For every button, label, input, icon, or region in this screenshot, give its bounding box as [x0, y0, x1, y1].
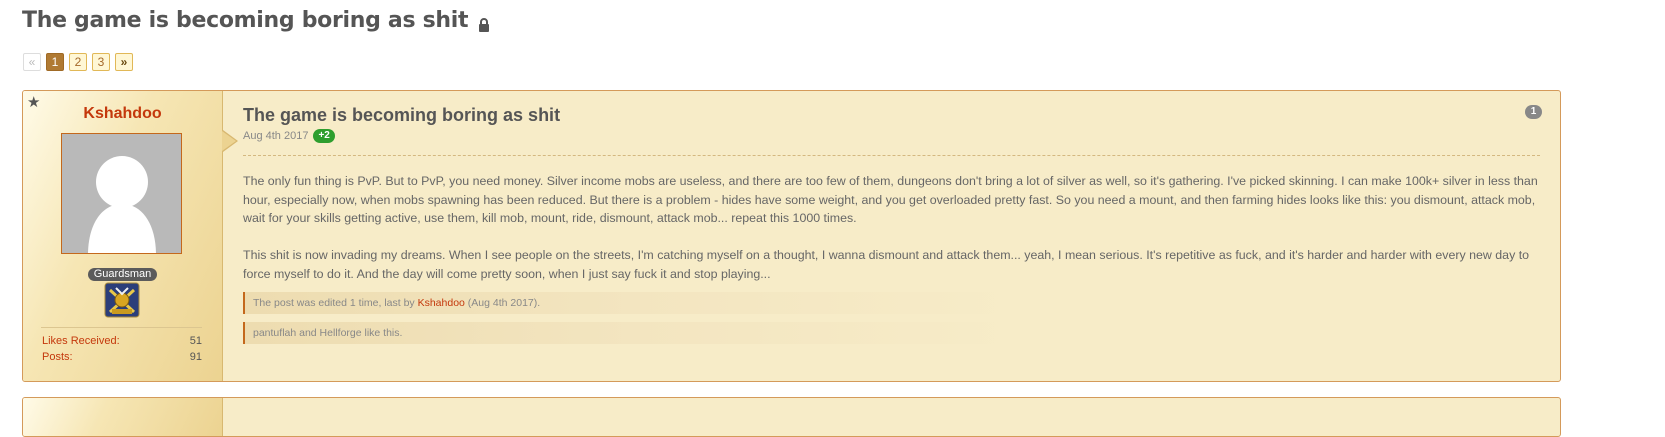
likes-note-text: pantuflah and Hellforge like this.: [253, 327, 403, 339]
stat-value: 91: [189, 351, 202, 363]
post-date[interactable]: Aug 4th 2017: [243, 130, 308, 142]
edit-note-suffix: (Aug 4th 2017).: [464, 297, 541, 309]
avatar-placeholder-icon: [62, 134, 181, 253]
message-paragraph: This shit is now invading my dreams. Whe…: [243, 248, 1530, 281]
post-meta: Aug 4th 2017 +2: [243, 129, 335, 143]
page-1-button[interactable]: 1: [46, 53, 64, 71]
rank-label: Guardsman: [87, 268, 158, 281]
meta-divider: [243, 155, 1540, 156]
stat-likes-received: Likes Received: 51: [42, 335, 202, 347]
author-name[interactable]: Kshahdoo: [23, 105, 222, 123]
post-title: The game is becoming boring as shit: [243, 105, 561, 125]
likes-note: pantuflah and Hellforge like this.: [243, 322, 1540, 344]
post-number-badge[interactable]: 1: [1525, 105, 1542, 119]
stat-label[interactable]: Posts:: [42, 351, 73, 363]
stat-posts: Posts: 91: [42, 351, 202, 363]
page-title: The game is becoming boring as shit: [22, 8, 490, 33]
stats-divider: [41, 327, 202, 328]
avatar[interactable]: [61, 133, 182, 254]
lock-icon: [479, 17, 490, 32]
thread-title: The game is becoming boring as shit: [22, 8, 469, 33]
post: ★ Kshahdoo Guardsman Likes Received: 51 …: [22, 90, 1561, 382]
page-3-button[interactable]: 3: [92, 53, 110, 71]
stat-label[interactable]: Likes Received:: [42, 335, 120, 347]
next-post-sidebar: [23, 398, 223, 436]
rank-emblem-icon: [104, 282, 140, 318]
edit-note-prefix: The post was edited 1 time, last by: [253, 297, 418, 309]
post-message: The only fun thing is PvP. But to PvP, y…: [243, 172, 1540, 302]
page-2-button[interactable]: 2: [69, 53, 87, 71]
edit-note: The post was edited 1 time, last by Ksha…: [243, 292, 1540, 314]
rank-badge: Guardsman: [23, 264, 222, 282]
post-content: The game is becoming boring as shit Aug …: [243, 91, 1560, 381]
post-author-sidebar: ★ Kshahdoo Guardsman Likes Received: 51 …: [23, 91, 223, 381]
edit-note-user[interactable]: Kshahdoo: [418, 297, 465, 309]
pagination: « 1 2 3 »: [23, 53, 133, 71]
likes-badge[interactable]: +2: [313, 129, 335, 143]
next-post: [22, 397, 1561, 437]
next-page-button[interactable]: »: [115, 53, 133, 71]
prev-page-button[interactable]: «: [23, 53, 41, 71]
sidebar-arrow: [222, 131, 236, 151]
message-paragraph: The only fun thing is PvP. But to PvP, y…: [243, 174, 1538, 225]
stat-value: 51: [189, 335, 202, 347]
